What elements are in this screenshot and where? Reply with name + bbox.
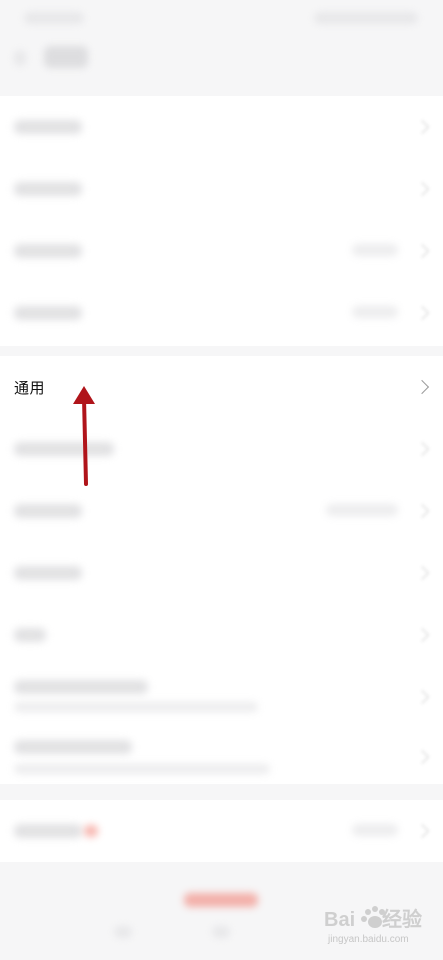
row-label-blurred xyxy=(14,442,114,456)
row-label-blurred xyxy=(14,824,82,838)
row-label-blurred xyxy=(14,120,82,134)
settings-row[interactable] xyxy=(0,418,443,480)
svg-text:Bai: Bai xyxy=(324,909,355,931)
baidu-paw-logo: Bai 经验 xyxy=(324,906,422,931)
chevron-right-icon xyxy=(414,503,430,519)
settings-row[interactable] xyxy=(0,96,443,158)
settings-row[interactable] xyxy=(0,726,443,788)
row-label-blurred xyxy=(14,566,82,580)
chevron-right-icon xyxy=(414,181,430,197)
settings-group-1 xyxy=(0,96,443,346)
row-label-blurred xyxy=(14,680,148,694)
logout-button[interactable] xyxy=(184,893,258,907)
row-label-blurred xyxy=(14,740,132,754)
chevron-right-icon xyxy=(414,243,430,259)
row-label-blurred xyxy=(14,306,82,320)
new-dot-blurred xyxy=(84,825,98,837)
status-icons-blurred xyxy=(314,12,418,24)
settings-row-general[interactable]: 通用 xyxy=(0,356,443,418)
settings-row[interactable] xyxy=(0,542,443,604)
row-label-blurred xyxy=(14,182,82,196)
chevron-right-icon xyxy=(414,627,430,643)
watermark-site: jingyan.baidu.com xyxy=(328,934,409,945)
chevron-right-icon xyxy=(414,441,430,457)
baidu-watermark: Bai 经验 jingyan.baidu.com xyxy=(318,904,436,952)
bottom-link-blurred[interactable] xyxy=(114,926,132,938)
status-time-blurred xyxy=(24,12,84,24)
svg-text:经验: 经验 xyxy=(382,907,422,931)
settings-row[interactable] xyxy=(0,800,443,862)
row-value-blurred xyxy=(352,306,398,318)
row-label-blurred xyxy=(14,244,82,258)
bottom-link-blurred[interactable] xyxy=(212,926,230,938)
status-bar xyxy=(0,0,443,38)
row-subtitle-blurred xyxy=(14,702,258,712)
chevron-right-icon xyxy=(414,119,430,135)
settings-row[interactable] xyxy=(0,666,443,728)
back-icon[interactable] xyxy=(14,50,26,66)
row-label-blurred xyxy=(14,628,46,642)
chevron-right-icon xyxy=(414,749,430,765)
header xyxy=(0,38,443,88)
settings-group-3 xyxy=(0,800,443,862)
settings-row[interactable] xyxy=(0,158,443,220)
chevron-right-icon xyxy=(414,823,430,839)
settings-row[interactable] xyxy=(0,480,443,542)
page-title xyxy=(44,46,88,68)
settings-row[interactable] xyxy=(0,604,443,666)
settings-row[interactable] xyxy=(0,220,443,282)
chevron-right-icon xyxy=(414,565,430,581)
row-label-blurred xyxy=(14,504,82,518)
chevron-right-icon xyxy=(414,689,430,705)
row-value-blurred xyxy=(352,824,398,836)
row-value-blurred xyxy=(326,504,398,516)
chevron-right-icon xyxy=(414,305,430,321)
settings-row-general-label: 通用 xyxy=(14,379,46,397)
row-subtitle-blurred xyxy=(14,764,270,774)
chevron-right-icon xyxy=(414,379,430,395)
settings-row[interactable] xyxy=(0,282,443,344)
row-value-blurred xyxy=(352,244,398,256)
